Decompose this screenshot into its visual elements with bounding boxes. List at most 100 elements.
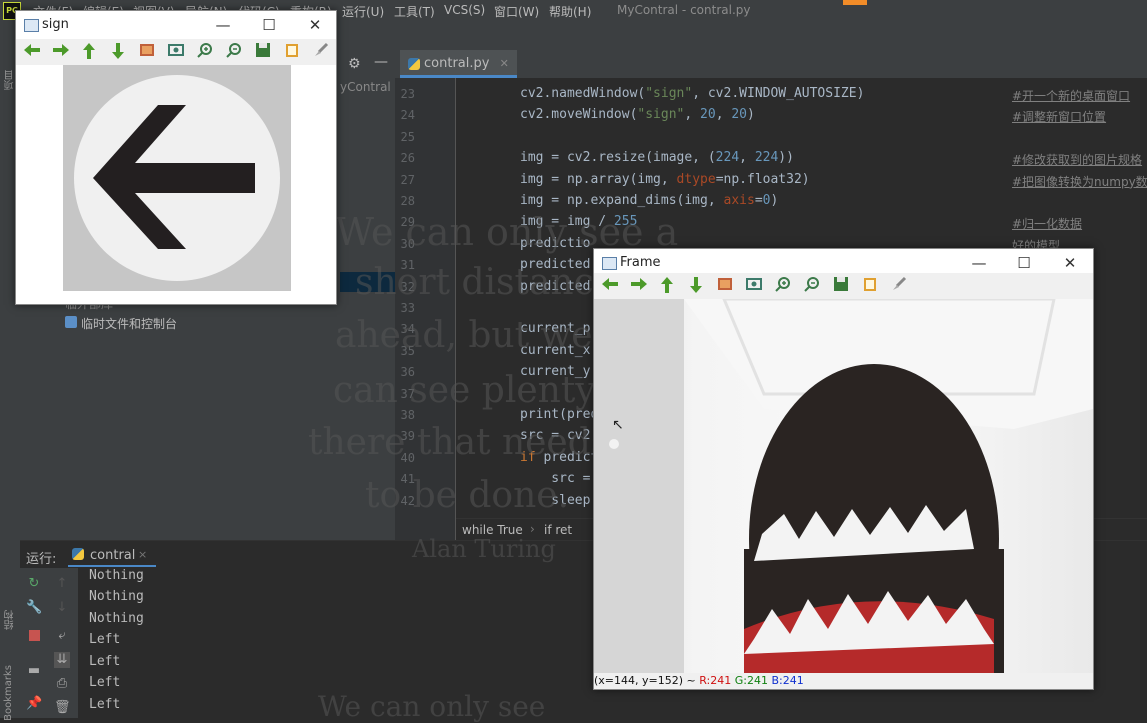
close-tab-icon[interactable]: ✕: [500, 57, 509, 70]
arrow-right-icon[interactable]: [629, 276, 649, 296]
output-line: Nothing: [89, 568, 144, 583]
tree-item-scratches[interactable]: 临时文件和控制台: [65, 315, 177, 332]
editor-tab-bar: contral.py ✕: [395, 50, 1147, 79]
output-line: Nothing: [89, 611, 144, 626]
tab-contral-py-label: contral.py: [424, 56, 490, 71]
line-number: 25: [400, 129, 415, 144]
save-icon[interactable]: [253, 42, 273, 62]
arrow-up-icon[interactable]: [657, 276, 677, 296]
output-line: Left: [89, 632, 121, 647]
sign-window[interactable]: sign — ☐ ✕: [15, 10, 337, 305]
scroll-to-end-icon[interactable]: ⇊: [54, 652, 70, 668]
sign-image: [63, 65, 291, 291]
code-line[interactable]: cv2.moveWindow("sign", 20, 20): [520, 107, 755, 122]
arrow-down-icon[interactable]: [686, 276, 706, 296]
pixel-coordinates: (x=144, y=152) ~: [594, 674, 696, 687]
chevron-right-icon: ›: [530, 522, 535, 536]
bookmarks-tool-label[interactable]: Bookmarks: [3, 665, 14, 721]
tab-contral-py[interactable]: contral.py ✕: [400, 50, 517, 78]
menu-help[interactable]: 帮助(H): [549, 3, 591, 20]
frame-window[interactable]: Frame — ☐ ✕ ↖ (x=144, y=152) ~ R:241 G:2…: [593, 248, 1094, 690]
maximize-button[interactable]: ☐: [258, 15, 280, 35]
sign-window-toolbar: [16, 39, 336, 65]
menu-vcs[interactable]: VCS(S): [444, 3, 485, 17]
camera-frame-image[interactable]: ↖: [594, 299, 1093, 673]
minimize-button[interactable]: —: [968, 253, 990, 273]
minimize-panel-icon[interactable]: —: [374, 54, 388, 70]
scratches-icon: [65, 316, 77, 328]
run-tab-contral[interactable]: contral: [90, 548, 135, 563]
close-button[interactable]: ✕: [1059, 253, 1081, 273]
trash-icon[interactable]: 🗑: [54, 700, 71, 716]
scroll-up-icon[interactable]: ↑: [54, 576, 70, 592]
code-line[interactable]: img = np.array(img, dtype=np.float32): [520, 172, 810, 187]
scroll-down-icon[interactable]: ↓: [54, 600, 70, 616]
pixel-blue-value: B:241: [771, 674, 804, 687]
wallpaper-quote-author: Alan Turing: [412, 535, 556, 563]
frame-window-toolbar: [594, 273, 1093, 299]
output-line: Nothing: [89, 589, 144, 604]
gear-icon[interactable]: ⚙: [348, 56, 361, 72]
brush-icon[interactable]: [311, 42, 331, 62]
camera-scene: [594, 299, 1093, 673]
zoom-in-icon[interactable]: [773, 276, 793, 296]
run-indicator: [843, 0, 867, 5]
zoom-out-icon[interactable]: [224, 42, 244, 62]
print-icon[interactable]: ⎙: [54, 676, 70, 692]
image-icon[interactable]: [715, 276, 735, 296]
line-number: 23: [400, 87, 415, 101]
soft-wrap-icon[interactable]: ⤶: [54, 628, 70, 644]
zoom-region-icon[interactable]: [744, 276, 764, 296]
wallpaper-quote-line: to be done.: [365, 475, 570, 516]
output-line: Left: [89, 654, 121, 669]
code-line[interactable]: cv2.namedWindow("sign", cv2.WINDOW_AUTOS…: [520, 86, 864, 101]
arrow-left-icon[interactable]: [600, 276, 620, 296]
menu-run[interactable]: 运行(U): [342, 3, 384, 20]
python-file-icon: [408, 58, 420, 70]
image-icon[interactable]: [137, 42, 157, 62]
clipboard-icon[interactable]: [282, 42, 302, 62]
line-number-gutter: 23 24 25 26 27 28 29 30 31 32 33 34 35 36 37 38 39 40 41 42: [395, 78, 456, 540]
code-comment: #把图像转换为numpy数: [1012, 174, 1147, 189]
arrow-left-icon[interactable]: [22, 42, 42, 62]
wallpaper-quote-line: there that needs: [308, 422, 610, 463]
menu-window[interactable]: 窗口(W): [494, 3, 539, 20]
code-comment: #开一个新的桌面窗口: [1012, 89, 1131, 103]
clipboard-icon[interactable]: [860, 276, 880, 296]
pin-icon[interactable]: 📌: [26, 696, 42, 712]
ide-window-title: MyContral - contral.py: [617, 3, 751, 17]
line-number: 24: [400, 108, 415, 123]
zoom-region-icon[interactable]: [166, 42, 186, 62]
sign-window-titlebar[interactable]: sign — ☐ ✕: [16, 11, 336, 39]
minimize-button[interactable]: —: [212, 15, 234, 35]
mouse-cursor-icon: ↖: [612, 417, 624, 433]
wallpaper-quote-line: short distance: [355, 262, 616, 303]
pixel-green-value: G:241: [734, 674, 768, 687]
arrow-up-icon[interactable]: [79, 42, 99, 62]
arrow-right-icon[interactable]: [51, 42, 71, 62]
run-label: 运行:: [26, 552, 57, 567]
code-line[interactable]: img = cv2.resize(image, (224, 224)): [520, 150, 794, 165]
arrow-down-icon[interactable]: [108, 42, 128, 62]
zoom-in-icon[interactable]: [195, 42, 215, 62]
zoom-out-icon[interactable]: [802, 276, 822, 296]
output-line: Left: [89, 675, 121, 690]
frame-window-title: Frame: [620, 255, 661, 270]
code-line[interactable]: img = np.expand_dims(img, axis=0): [520, 193, 778, 208]
structure-tool-label[interactable]: 结构: [3, 610, 18, 630]
maximize-button[interactable]: ☐: [1013, 253, 1035, 273]
wallpaper-quote-line: ahead, but we: [335, 315, 593, 356]
save-icon[interactable]: [831, 276, 851, 296]
menu-tools[interactable]: 工具(T): [394, 3, 435, 20]
layout-icon[interactable]: ▬: [26, 663, 42, 679]
wrench-icon[interactable]: 🔧: [26, 600, 42, 616]
brush-icon[interactable]: [889, 276, 909, 296]
sign-window-title: sign: [42, 17, 69, 32]
run-toolbar: ↻ ↑ 🔧 ↓ ⤶ ▬ ⇊ ⎙ 📌 🗑: [20, 568, 78, 718]
close-run-tab-icon[interactable]: ×: [138, 548, 147, 561]
rerun-icon[interactable]: ↻: [26, 576, 42, 592]
close-button[interactable]: ✕: [304, 15, 326, 35]
stop-icon[interactable]: [26, 630, 42, 646]
tree-item-scratches-label: 临时文件和控制台: [81, 317, 178, 331]
line-number: 28: [400, 194, 415, 208]
